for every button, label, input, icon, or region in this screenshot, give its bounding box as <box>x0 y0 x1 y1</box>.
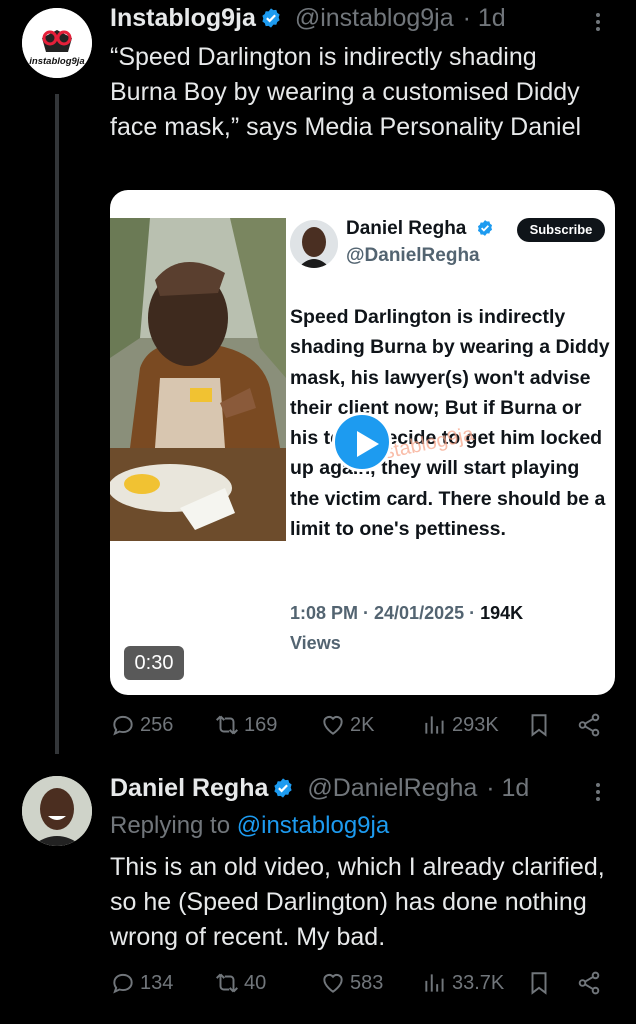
post-text: “Speed Darlington is indirectly shading … <box>110 43 582 141</box>
video-duration: 0:30 <box>124 646 184 680</box>
reply-author-name[interactable]: Daniel Regha <box>110 774 268 802</box>
card-views-label: Views <box>290 633 341 653</box>
more-options-icon[interactable] <box>588 10 608 40</box>
share-icon <box>578 971 600 995</box>
card-meta: 1:08 PM · 24/01/2025 · 194K Views <box>290 598 590 658</box>
views-count: 293K <box>452 713 499 736</box>
bookmark-icon <box>531 714 547 737</box>
reply-button[interactable]: 256 <box>110 712 173 738</box>
reply-more-options-icon[interactable] <box>588 780 608 810</box>
bookmark-icon <box>531 972 547 995</box>
reply-repost-count: 40 <box>244 971 267 994</box>
share-icon <box>578 713 600 737</box>
repost-icon <box>216 973 238 993</box>
verified-badge-icon <box>262 8 280 28</box>
share-button[interactable] <box>576 712 602 738</box>
reply-actions: 134 40 583 33.7K <box>110 970 610 1002</box>
like-count: 2K <box>350 713 375 736</box>
repost-count: 169 <box>244 713 278 736</box>
post-time[interactable]: · 1d <box>463 4 506 32</box>
media-video[interactable]: Daniel Regha @DanielRegha Subscribe Spee… <box>110 190 615 695</box>
replying-to-link[interactable]: @instablog9ja <box>237 812 389 839</box>
reply-header: Daniel Regha @DanielRegha · 1d <box>110 774 529 803</box>
reply-author-handle[interactable]: @DanielRegha <box>307 774 477 802</box>
reply-repost-button[interactable]: 40 <box>214 970 266 996</box>
reply-like-count: 583 <box>350 971 384 994</box>
card-avatar <box>290 220 338 268</box>
reply-verified-badge-icon <box>274 778 292 798</box>
bookmark-button[interactable] <box>526 712 552 738</box>
card-subscribe-button: Subscribe <box>517 218 605 242</box>
views-icon <box>425 974 444 992</box>
card-author-name: Daniel Regha <box>346 218 494 240</box>
reply-views-button[interactable]: 33.7K <box>422 970 504 996</box>
repost-icon <box>216 715 238 735</box>
reply-like-button[interactable]: 583 <box>320 970 383 996</box>
reply-views-count: 33.7K <box>452 971 505 994</box>
heart-icon <box>323 973 343 993</box>
post-actions: 256 169 2K 293K <box>110 712 610 744</box>
reply-text: This is an old video, which I already cl… <box>110 853 605 951</box>
reply-reply-button[interactable]: 134 <box>110 970 173 996</box>
reply-reply-count: 134 <box>140 971 174 994</box>
views-icon <box>425 716 444 734</box>
replying-to: Replying to @instablog9ja <box>110 812 389 840</box>
post-header: Instablog9ja @instablog9ja · 1d <box>110 4 506 33</box>
author-avatar[interactable]: instablog9ja <box>22 8 92 78</box>
reply-icon <box>113 715 133 736</box>
card-verified-icon <box>477 220 492 236</box>
reply-share-button[interactable] <box>576 970 602 996</box>
reply-time[interactable]: · 1d <box>486 774 529 802</box>
reply-author-avatar[interactable] <box>22 776 92 846</box>
card-author-handle: @DanielRegha <box>346 245 480 266</box>
thread-line <box>55 94 59 754</box>
reply-bookmark-button[interactable] <box>526 970 552 996</box>
card-time: 1:08 PM · 24/01/2025 · <box>290 603 476 623</box>
like-button[interactable]: 2K <box>320 712 374 738</box>
reply-count: 256 <box>140 713 174 736</box>
views-button[interactable]: 293K <box>422 712 499 738</box>
avatar-logo-text: instablog9ja <box>29 56 85 67</box>
repost-button[interactable]: 169 <box>214 712 277 738</box>
author-handle[interactable]: @instablog9ja <box>295 4 454 32</box>
author-name[interactable]: Instablog9ja <box>110 4 256 32</box>
play-icon[interactable] <box>332 412 392 472</box>
video-frame <box>110 218 286 541</box>
reply-icon <box>113 973 133 994</box>
card-views-count: 194K <box>480 603 524 623</box>
heart-icon <box>323 715 343 735</box>
replying-to-label: Replying to <box>110 812 231 839</box>
